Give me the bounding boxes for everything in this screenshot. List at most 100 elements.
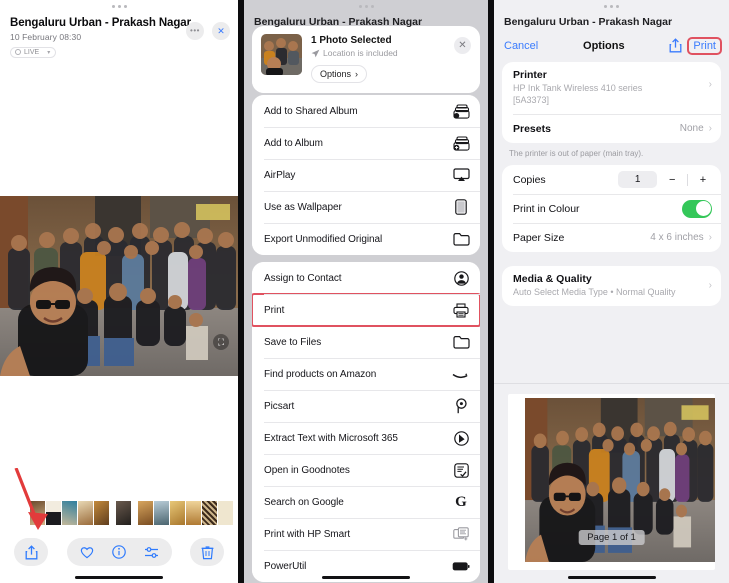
list-item[interactable] bbox=[218, 501, 233, 525]
list-item[interactable] bbox=[138, 501, 153, 525]
info-icon[interactable] bbox=[111, 545, 126, 559]
chevron-right-icon: › bbox=[708, 79, 712, 90]
media-quality-row[interactable]: Media & Quality Auto Select Media Type •… bbox=[502, 266, 721, 306]
right-phone-panel: Bengaluru Urban - Prakash Nagar Cancel O… bbox=[494, 0, 729, 583]
chevron-right-icon: › bbox=[708, 123, 712, 135]
thumbnail-strip[interactable] bbox=[0, 499, 238, 527]
share-button[interactable] bbox=[14, 538, 48, 566]
share-sheet: 1 Photo Selected Location is included Op… bbox=[244, 26, 488, 583]
print-settings-card: Copies 1 − + Print in Colour Paper Size … bbox=[502, 165, 721, 253]
row-label: Assign to Contact bbox=[264, 272, 342, 284]
row-label: Save to Files bbox=[264, 336, 322, 348]
list-item[interactable] bbox=[46, 501, 61, 525]
row-label: Export Unmodified Original bbox=[264, 233, 383, 245]
copies-value[interactable]: 1 bbox=[618, 171, 658, 189]
print-preview-area: Page 1 of 1 bbox=[494, 383, 729, 583]
google-icon: G bbox=[455, 493, 467, 510]
print-in-colour-toggle[interactable] bbox=[682, 199, 712, 218]
picsart-icon bbox=[452, 397, 470, 415]
paper-size-row[interactable]: Paper Size 4 x 6 inches › bbox=[502, 223, 721, 252]
airplay-icon bbox=[452, 166, 470, 184]
decrement-button[interactable]: − bbox=[663, 171, 681, 188]
navbar-right-group: Print bbox=[669, 36, 722, 55]
adjust-icon[interactable] bbox=[144, 546, 159, 559]
avatar bbox=[261, 34, 302, 75]
list-item[interactable] bbox=[94, 501, 109, 525]
share-icon[interactable] bbox=[669, 38, 682, 53]
live-text-scan-icon[interactable]: ⛶ bbox=[213, 334, 229, 350]
print-in-colour-row: Print in Colour bbox=[502, 194, 721, 223]
share-row-save-to-files[interactable]: Save to Files bbox=[252, 326, 480, 358]
increment-button[interactable]: + bbox=[694, 171, 712, 188]
live-badge[interactable]: LIVE ▾ bbox=[10, 46, 57, 58]
share-row-add-to-shared-album[interactable]: Add to Shared Album bbox=[252, 95, 480, 127]
left-phone-panel: Bengaluru Urban - Prakash Nagar 10 Febru… bbox=[0, 0, 238, 583]
print-page-card[interactable]: Page 1 of 1 bbox=[508, 394, 715, 570]
page-indicator-badge: Page 1 of 1 bbox=[578, 530, 645, 545]
share-row-export-unmodified-original[interactable]: Export Unmodified Original bbox=[252, 223, 480, 255]
close-button[interactable]: ✕ bbox=[212, 22, 230, 40]
printer-status-note: The printer is out of paper (main tray). bbox=[509, 149, 644, 159]
paper-size-value: 4 x 6 inches bbox=[650, 232, 704, 244]
paper-size-label: Paper Size bbox=[513, 231, 565, 244]
list-item[interactable] bbox=[116, 501, 131, 525]
share-row-search-on-google[interactable]: Search on Google G bbox=[252, 486, 480, 518]
delete-button[interactable] bbox=[190, 538, 224, 566]
wallpaper-icon bbox=[452, 198, 470, 216]
printer-row[interactable]: Printer HP Ink Tank Wireless 410 series … bbox=[502, 62, 721, 114]
more-options-button[interactable]: ••• bbox=[186, 22, 204, 40]
photo-viewer[interactable]: ⛶ bbox=[0, 196, 238, 376]
contact-icon bbox=[452, 269, 470, 287]
share-row-print[interactable]: Print bbox=[252, 293, 480, 327]
chevron-right-icon: › bbox=[355, 69, 359, 79]
share-row-assign-to-contact[interactable]: Assign to Contact bbox=[252, 262, 480, 294]
media-quality-card[interactable]: Media & Quality Auto Select Media Type •… bbox=[502, 266, 721, 307]
share-row-find-products-on-amazon[interactable]: Find products on Amazon bbox=[252, 358, 480, 390]
share-options-button[interactable]: Options › bbox=[311, 65, 368, 83]
folder-icon bbox=[452, 230, 470, 248]
printer-value: HP Ink Tank Wireless 410 series [5A3373] bbox=[513, 83, 643, 106]
share-row-add-to-album[interactable]: Add to Album bbox=[252, 127, 480, 159]
heart-icon[interactable] bbox=[80, 546, 94, 559]
trash-icon bbox=[201, 545, 214, 560]
media-quality-label: Media & Quality bbox=[513, 273, 592, 286]
print-button[interactable]: Print bbox=[687, 36, 722, 55]
background-page-title-wrap: Bengaluru Urban - Prakash Nagar bbox=[494, 12, 729, 32]
battery-icon bbox=[452, 557, 470, 575]
share-row-use-as-wallpaper[interactable]: Use as Wallpaper bbox=[252, 191, 480, 223]
list-item[interactable] bbox=[78, 501, 93, 525]
share-row-extract-text-microsoft-365[interactable]: Extract Text with Microsoft 365 bbox=[252, 422, 480, 454]
middle-phone-panel: Bengaluru Urban - Prakash Nagar 1 Photo … bbox=[244, 0, 488, 583]
presets-row[interactable]: Presets None › bbox=[502, 114, 721, 143]
presets-value: None bbox=[679, 123, 704, 135]
share-preview: 1 Photo Selected Location is included Op… bbox=[252, 26, 480, 93]
close-button[interactable]: ✕ bbox=[454, 37, 471, 54]
share-row-picsart[interactable]: Picsart bbox=[252, 390, 480, 422]
divider bbox=[494, 383, 729, 384]
print-in-colour-label: Print in Colour bbox=[513, 202, 580, 215]
share-row-airplay[interactable]: AirPlay bbox=[252, 159, 480, 191]
home-indicator bbox=[75, 575, 163, 579]
list-item[interactable] bbox=[30, 501, 45, 525]
microsoft365-icon bbox=[452, 429, 470, 447]
status-dots bbox=[0, 0, 238, 12]
list-item[interactable] bbox=[154, 501, 169, 525]
page-title: Options bbox=[583, 39, 625, 52]
list-item[interactable] bbox=[186, 501, 201, 525]
share-preview-subtitle: Location is included bbox=[311, 48, 398, 58]
share-row-open-in-goodnotes[interactable]: Open in Goodnotes bbox=[252, 454, 480, 486]
share-row-print-with-hp-smart[interactable]: Print with HP Smart bbox=[252, 518, 480, 550]
row-label: Print bbox=[264, 304, 285, 316]
share-preview-subtitle-label: Location is included bbox=[323, 48, 398, 58]
list-item[interactable] bbox=[202, 501, 217, 525]
row-label: Search on Google bbox=[264, 496, 344, 508]
printer-icon bbox=[452, 301, 470, 319]
list-item[interactable] bbox=[62, 501, 77, 525]
share-options-label: Options bbox=[320, 69, 352, 79]
amazon-icon bbox=[452, 365, 470, 383]
list-item[interactable] bbox=[170, 501, 185, 525]
cancel-button[interactable]: Cancel bbox=[504, 40, 538, 52]
live-ring-icon bbox=[15, 49, 21, 55]
share-preview-card: 1 Photo Selected Location is included Op… bbox=[252, 26, 480, 93]
status-dots bbox=[244, 0, 488, 12]
